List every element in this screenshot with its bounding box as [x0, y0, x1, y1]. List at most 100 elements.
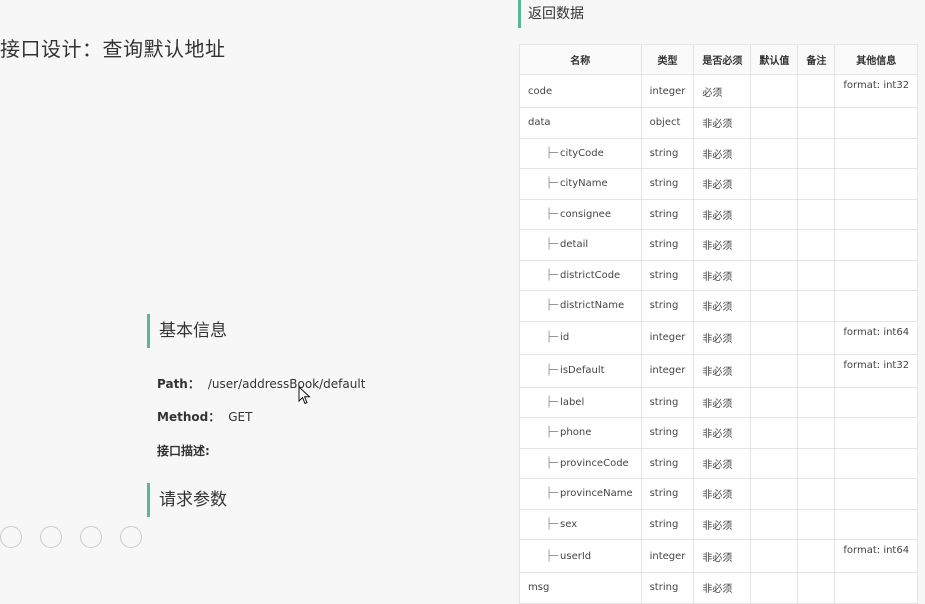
cell-type: integer: [640, 353, 695, 388]
basic-info-heading: 基本信息: [147, 314, 227, 348]
cell-required: 非必须: [693, 259, 752, 291]
field-name: id: [560, 332, 570, 343]
col-type: 类型: [640, 44, 695, 75]
circle-icon: [120, 526, 142, 548]
table-row: ├─ label string 非必须: [519, 386, 919, 418]
cell-required: 非必须: [693, 229, 752, 261]
cell-default: [750, 320, 799, 355]
cell-default: [750, 107, 799, 139]
cell-other: [834, 386, 919, 418]
field-name: districtName: [560, 300, 625, 312]
field-name: data: [528, 117, 551, 129]
cell-other: format: int64: [834, 539, 919, 573]
cell-default: [750, 572, 799, 604]
cell-note: [797, 386, 836, 418]
cell-name: ├─ provinceName: [519, 478, 642, 510]
col-note: 备注: [797, 44, 836, 75]
cell-name: ├─ districtCode: [519, 259, 642, 291]
cell-required: 非必须: [693, 508, 752, 540]
tree-branch-icon: ├─: [546, 457, 559, 469]
cell-type: string: [640, 290, 695, 322]
cell-name: ├─ userId: [519, 539, 642, 573]
cell-note: [797, 74, 836, 108]
cell-required: 非必须: [693, 137, 752, 169]
table-row: ├─ sex string 非必须: [519, 508, 919, 540]
cell-type: string: [640, 417, 695, 449]
tree-branch-icon: ├─: [546, 550, 559, 562]
tree-branch-icon: ├─: [546, 488, 559, 500]
cell-other: [834, 290, 919, 322]
table-row: ├─ userId integer 非必须 format: int64: [519, 539, 919, 573]
description-label: 接口描述:: [157, 444, 210, 458]
response-table: 名称 类型 是否必须 默认值 备注 其他信息 code integer 必须 form…: [519, 44, 919, 604]
path-row: Path： /user/addressBook/default: [157, 375, 365, 392]
table-row: ├─ phone string 非必须: [519, 417, 919, 449]
cell-type: string: [640, 386, 695, 418]
cell-name: code: [519, 74, 642, 108]
table-row: ├─ provinceName string 非必须: [519, 478, 919, 510]
table-row: ├─ provinceCode string 非必须: [519, 447, 919, 479]
cell-other: [834, 229, 919, 261]
field-name: provinceName: [560, 488, 633, 500]
tree-branch-icon: ├─: [546, 269, 559, 281]
cell-default: [750, 353, 799, 388]
cell-name: data: [519, 107, 642, 139]
cell-required: 非必须: [693, 107, 752, 139]
cell-other: [834, 508, 919, 540]
tree-branch-icon: ├─: [546, 332, 559, 343]
cell-other: [834, 168, 919, 200]
cell-other: [834, 259, 919, 291]
cell-default: [750, 447, 799, 479]
cell-note: [797, 478, 836, 510]
cell-name: ├─ id: [519, 320, 642, 355]
path-label: Path：: [157, 377, 200, 391]
tree-branch-icon: ├─: [546, 518, 559, 530]
field-name: cityName: [560, 178, 608, 190]
cell-name: ├─ detail: [519, 229, 642, 261]
table-row: ├─ detail string 非必须: [519, 229, 919, 261]
cell-other: [834, 478, 919, 510]
table-row: msg string 非必须: [519, 572, 919, 604]
cell-name: ├─ cityName: [519, 168, 642, 200]
cell-type: string: [640, 137, 695, 169]
field-name: isDefault: [560, 365, 605, 376]
cell-required: 非必须: [693, 572, 752, 604]
response-header-row: 名称 类型 是否必须 默认值 备注 其他信息: [519, 44, 919, 75]
tree-branch-icon: ├─: [546, 239, 559, 251]
cell-note: [797, 353, 836, 388]
response-heading: 返回数据: [518, 0, 584, 28]
description-row: 接口描述:: [157, 442, 210, 459]
field-name: userId: [560, 550, 592, 562]
cell-other: [834, 198, 919, 230]
cell-name: msg: [519, 572, 642, 604]
cell-type: string: [640, 478, 695, 510]
cell-note: [797, 168, 836, 200]
cell-default: [750, 74, 799, 108]
cell-type: string: [640, 259, 695, 291]
cell-note: [797, 290, 836, 322]
cell-note: [797, 572, 836, 604]
table-row: code integer 必须 format: int32: [519, 74, 919, 108]
cell-other: format: int32: [834, 74, 919, 108]
cell-type: string: [640, 447, 695, 479]
tree-branch-icon: ├─: [546, 365, 559, 376]
cell-other: [834, 447, 919, 479]
cell-other: [834, 572, 919, 604]
tree-branch-icon: ├─: [546, 147, 559, 159]
table-row: ├─ consignee string 非必须: [519, 198, 919, 230]
circle-icon: [40, 526, 62, 548]
tree-branch-icon: ├─: [546, 300, 559, 312]
cell-note: [797, 259, 836, 291]
cell-default: [750, 229, 799, 261]
cell-type: string: [640, 572, 695, 604]
cell-type: string: [640, 229, 695, 261]
circle-icon: [0, 526, 22, 548]
cell-type: integer: [640, 320, 695, 355]
cell-note: [797, 320, 836, 355]
cell-name: ├─ sex: [519, 508, 642, 540]
cell-required: 非必须: [693, 417, 752, 449]
cell-required: 非必须: [693, 320, 752, 355]
circle-icon: [80, 526, 102, 548]
cell-name: ├─ districtName: [519, 290, 642, 322]
method-row: Method： GET: [157, 408, 252, 425]
